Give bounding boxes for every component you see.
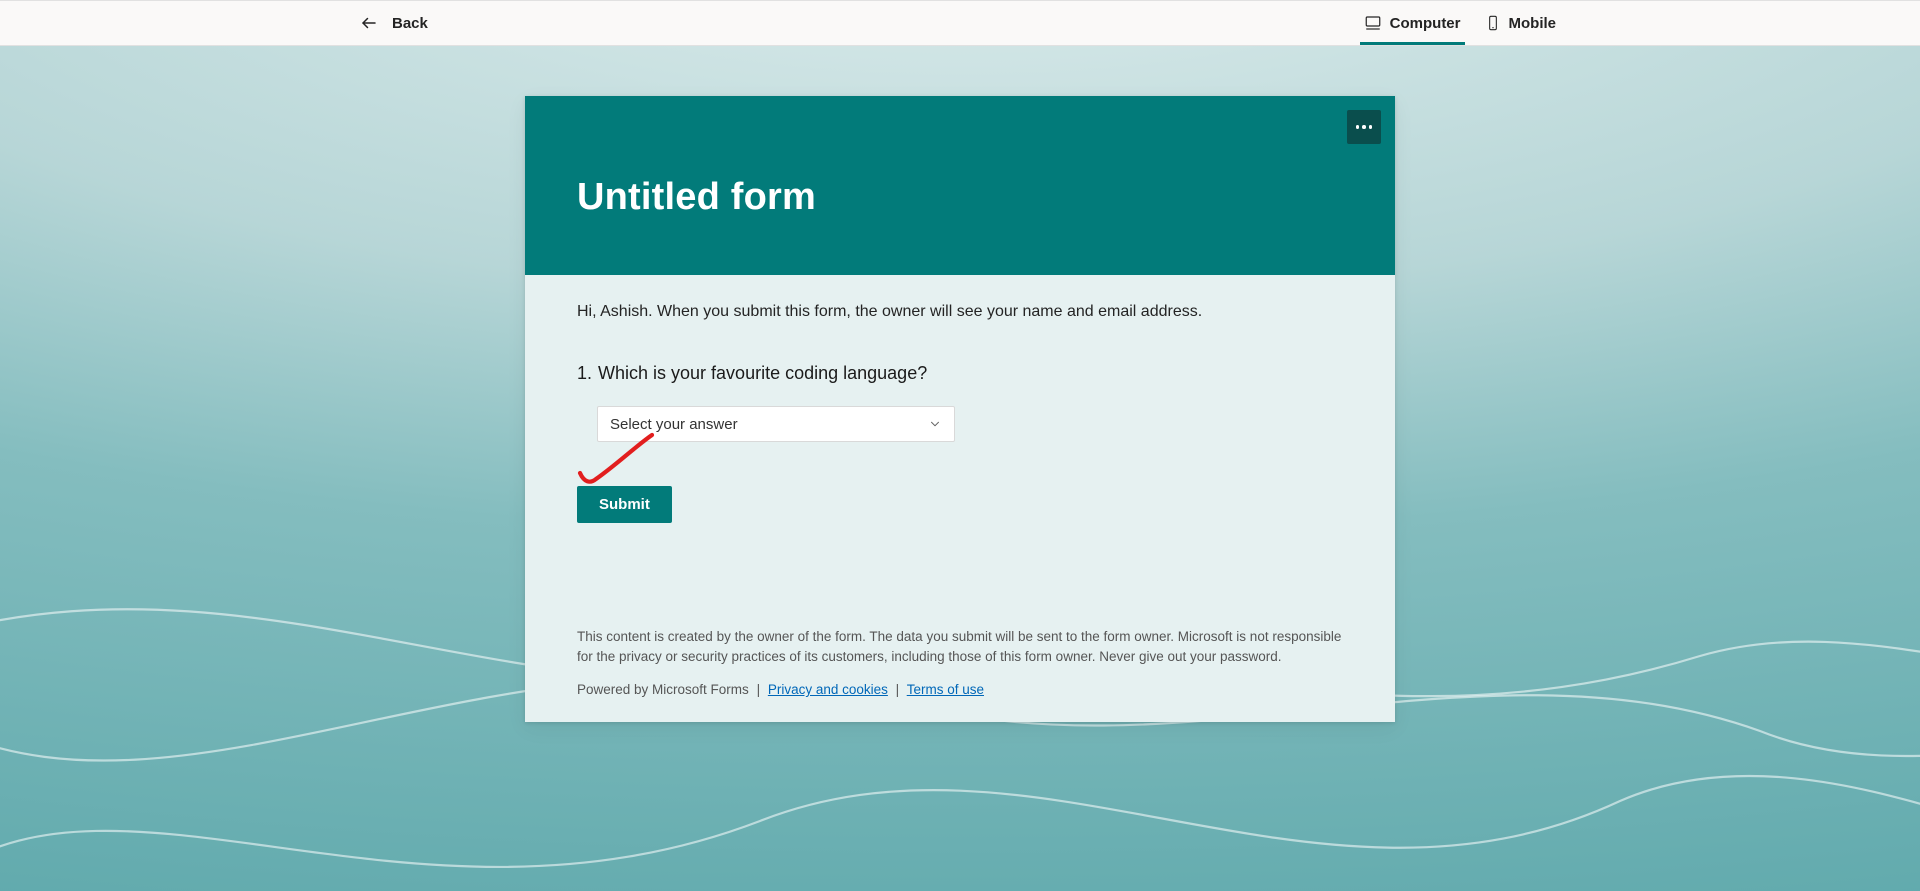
terms-link[interactable]: Terms of use bbox=[907, 682, 984, 697]
more-options-button[interactable] bbox=[1347, 110, 1381, 144]
preview-canvas: Untitled form Hi, Ashish. When you submi… bbox=[0, 46, 1920, 891]
question-title: 1. Which is your favourite coding languag… bbox=[577, 363, 1343, 384]
dropdown-placeholder: Select your answer bbox=[610, 416, 738, 433]
chevron-down-icon bbox=[928, 417, 942, 431]
mobile-icon bbox=[1485, 14, 1501, 32]
form-title: Untitled form bbox=[577, 176, 1343, 219]
form-header: Untitled form bbox=[525, 96, 1395, 275]
question-1: 1. Which is your favourite coding languag… bbox=[577, 363, 1343, 442]
form-body: Hi, Ashish. When you submit this form, t… bbox=[525, 275, 1395, 613]
form-info-text: Hi, Ashish. When you submit this form, t… bbox=[577, 303, 1343, 321]
tab-computer[interactable]: Computer bbox=[1360, 1, 1465, 45]
disclaimer-text: This content is created by the owner of … bbox=[577, 627, 1343, 666]
preview-header-bar: Back Computer Mobile bbox=[0, 0, 1920, 46]
form-card: Untitled form Hi, Ashish. When you submi… bbox=[525, 96, 1395, 722]
privacy-link[interactable]: Privacy and cookies bbox=[768, 682, 888, 697]
form-footer: This content is created by the owner of … bbox=[525, 613, 1395, 722]
device-tabs: Computer Mobile bbox=[1360, 1, 1560, 45]
arrow-left-icon bbox=[360, 14, 378, 32]
question-text: Which is your favourite coding language? bbox=[598, 363, 927, 383]
footer-line: Powered by Microsoft Forms | Privacy and… bbox=[577, 680, 1343, 700]
question-number: 1. bbox=[577, 363, 592, 383]
powered-by-text: Powered by Microsoft Forms bbox=[577, 682, 749, 697]
more-icon bbox=[1356, 125, 1373, 129]
back-button[interactable]: Back bbox=[360, 14, 428, 32]
tab-mobile-label: Mobile bbox=[1509, 15, 1557, 32]
answer-dropdown[interactable]: Select your answer bbox=[597, 406, 955, 442]
desktop-icon bbox=[1364, 14, 1382, 32]
submit-button[interactable]: Submit bbox=[577, 486, 672, 523]
tab-computer-label: Computer bbox=[1390, 15, 1461, 32]
tab-mobile[interactable]: Mobile bbox=[1481, 1, 1561, 45]
back-label: Back bbox=[392, 15, 428, 32]
